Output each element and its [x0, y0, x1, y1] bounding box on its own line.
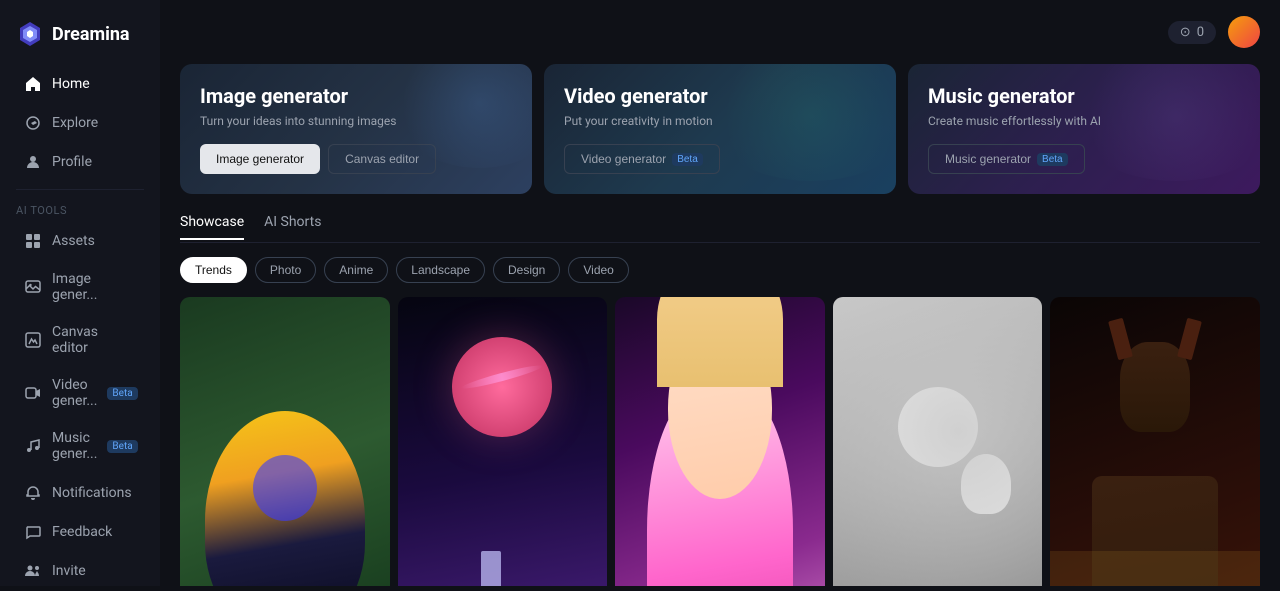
music-gen-button[interactable]: Music generator Beta	[928, 144, 1085, 174]
sidebar-item-home[interactable]: Home	[8, 65, 152, 103]
sidebar-item-image-gen-label: Image gener...	[52, 271, 136, 303]
sidebar-item-assets[interactable]: Assets	[8, 222, 152, 260]
sidebar-item-music-gen-label: Music gener...	[52, 430, 97, 462]
gallery-item-bear[interactable]	[833, 297, 1043, 586]
coin-display: ⊙ 0	[1168, 21, 1216, 44]
gallery-item-sponge[interactable]: dlra 55 730	[180, 297, 390, 586]
gallery-item-planet[interactable]: Poppy 9 121	[398, 297, 608, 586]
sidebar-item-notifications-label: Notifications	[52, 485, 132, 501]
video-icon	[24, 384, 42, 402]
sidebar-item-profile-label: Profile	[52, 154, 92, 170]
sidebar-item-invite-label: Invite	[52, 563, 86, 579]
ai-tools-label: AI tools	[0, 198, 160, 221]
image-icon	[24, 278, 42, 296]
image-gen-button[interactable]: Image generator	[200, 144, 320, 174]
video-gen-button[interactable]: Video generator Beta	[564, 144, 720, 174]
video-gen-beta-badge: Beta	[107, 387, 137, 400]
hero-cards: Image generator Turn your ideas into stu…	[180, 64, 1260, 194]
sidebar-item-explore[interactable]: Explore	[8, 104, 152, 142]
filter-photo[interactable]: Photo	[255, 257, 316, 283]
logo-text: Dreamina	[52, 24, 130, 45]
sidebar-item-explore-label: Explore	[52, 115, 98, 131]
filter-pills: Trends Photo Anime Landscape Design Vide…	[180, 257, 1260, 283]
filter-anime[interactable]: Anime	[324, 257, 388, 283]
sidebar-item-canvas[interactable]: Canvas editor	[8, 314, 152, 366]
sidebar: Dreamina Home Explore Profile AI tools	[0, 0, 160, 586]
sidebar-item-feedback[interactable]: Feedback	[8, 513, 152, 551]
gallery-item-demon[interactable]	[1050, 297, 1260, 586]
sidebar-main-section: Home Explore Profile AI tools Assets	[0, 64, 160, 473]
hero-card-video-gen: Video generator Put your creativity in m…	[544, 64, 896, 194]
hero-card-image-gen: Image generator Turn your ideas into stu…	[180, 64, 532, 194]
message-icon	[24, 523, 42, 541]
sidebar-item-profile[interactable]: Profile	[8, 143, 152, 181]
gallery-item-barbie[interactable]	[615, 297, 825, 586]
user-avatar[interactable]	[1228, 16, 1260, 48]
home-icon	[24, 75, 42, 93]
sidebar-item-assets-label: Assets	[52, 233, 95, 249]
sidebar-item-video-gen-label: Video gener...	[52, 377, 97, 409]
main-content: ⊙ 0 Image generator Turn your ideas into…	[160, 0, 1280, 586]
music-hero-beta: Beta	[1037, 153, 1068, 166]
sidebar-item-invite[interactable]: Invite	[8, 552, 152, 590]
music-icon	[24, 437, 42, 455]
sidebar-item-music-gen[interactable]: Music gener... Beta	[8, 420, 152, 472]
video-hero-beta: Beta	[672, 153, 703, 166]
topbar: ⊙ 0	[180, 16, 1260, 48]
tab-ai-shorts[interactable]: AI Shorts	[264, 214, 321, 240]
filter-design[interactable]: Design	[493, 257, 560, 283]
sidebar-item-image-gen[interactable]: Image gener...	[8, 261, 152, 313]
user-icon	[24, 153, 42, 171]
filter-landscape[interactable]: Landscape	[396, 257, 485, 283]
music-gen-beta-badge: Beta	[107, 440, 137, 453]
compass-icon	[24, 114, 42, 132]
logo[interactable]: Dreamina	[0, 12, 160, 64]
canvas-icon	[24, 331, 42, 349]
sidebar-item-home-label: Home	[52, 76, 90, 92]
filter-trends[interactable]: Trends	[180, 257, 247, 283]
sidebar-item-feedback-label: Feedback	[52, 524, 112, 540]
filter-video[interactable]: Video	[568, 257, 628, 283]
logo-icon	[16, 20, 44, 48]
sidebar-divider	[16, 189, 144, 190]
users-icon	[24, 562, 42, 580]
gallery: dlra 55 730	[180, 297, 1260, 586]
grid-icon	[24, 232, 42, 250]
sidebar-bottom-section: Notifications Feedback Invite	[0, 473, 160, 591]
sidebar-item-notifications[interactable]: Notifications	[8, 474, 152, 512]
hero-card-music-gen: Music generator Create music effortlessl…	[908, 64, 1260, 194]
sidebar-item-video-gen[interactable]: Video gener... Beta	[8, 367, 152, 419]
coin-icon: ⊙	[1180, 25, 1191, 40]
bell-icon	[24, 484, 42, 502]
tabs: Showcase AI Shorts	[180, 214, 1260, 243]
sidebar-item-canvas-label: Canvas editor	[52, 324, 136, 356]
tab-showcase[interactable]: Showcase	[180, 214, 244, 240]
coin-count: 0	[1197, 25, 1204, 40]
